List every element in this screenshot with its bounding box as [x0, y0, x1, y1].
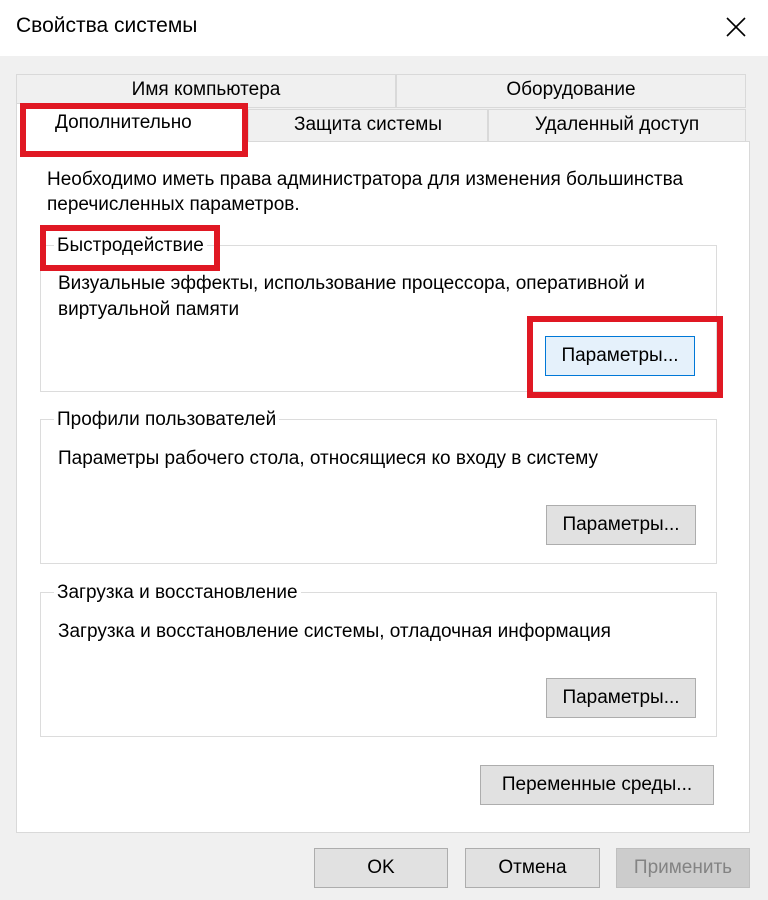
cancel-button[interactable]: Отмена — [465, 848, 600, 888]
close-icon — [726, 17, 746, 37]
user-profiles-desc: Параметры рабочего стола, относящиеся ко… — [58, 448, 599, 469]
tab-hardware[interactable]: Оборудование — [396, 74, 746, 108]
tab-system-protection[interactable]: Защита системы — [248, 109, 488, 143]
startup-recovery-desc: Загрузка и восстановление системы, отлад… — [58, 621, 611, 642]
startup-recovery-settings-button[interactable]: Параметры... — [546, 678, 696, 718]
apply-button[interactable]: Применить — [616, 848, 750, 888]
performance-title: Быстродействие — [54, 235, 207, 257]
environment-variables-button[interactable]: Переменные среды... — [480, 765, 714, 805]
window-title: Свойства системы — [16, 14, 198, 37]
performance-desc-line2: виртуальной памяти — [58, 299, 240, 320]
user-profiles-title: Профили пользователей — [54, 409, 280, 431]
admin-note-line1: Необходимо иметь права администратора дл… — [47, 169, 684, 190]
performance-settings-button[interactable]: Параметры... — [545, 336, 695, 376]
admin-note-line2: перечисленных параметров. — [47, 194, 300, 215]
close-button[interactable] — [718, 6, 754, 46]
tab-advanced[interactable]: Дополнительно — [16, 103, 248, 145]
ok-button[interactable]: OK — [314, 848, 448, 888]
tab-remote-access[interactable]: Удаленный доступ — [488, 109, 746, 143]
user-profiles-settings-button[interactable]: Параметры... — [546, 505, 696, 545]
startup-recovery-title: Загрузка и восстановление — [54, 582, 301, 604]
performance-desc-line1: Визуальные эффекты, использование процес… — [58, 273, 645, 294]
